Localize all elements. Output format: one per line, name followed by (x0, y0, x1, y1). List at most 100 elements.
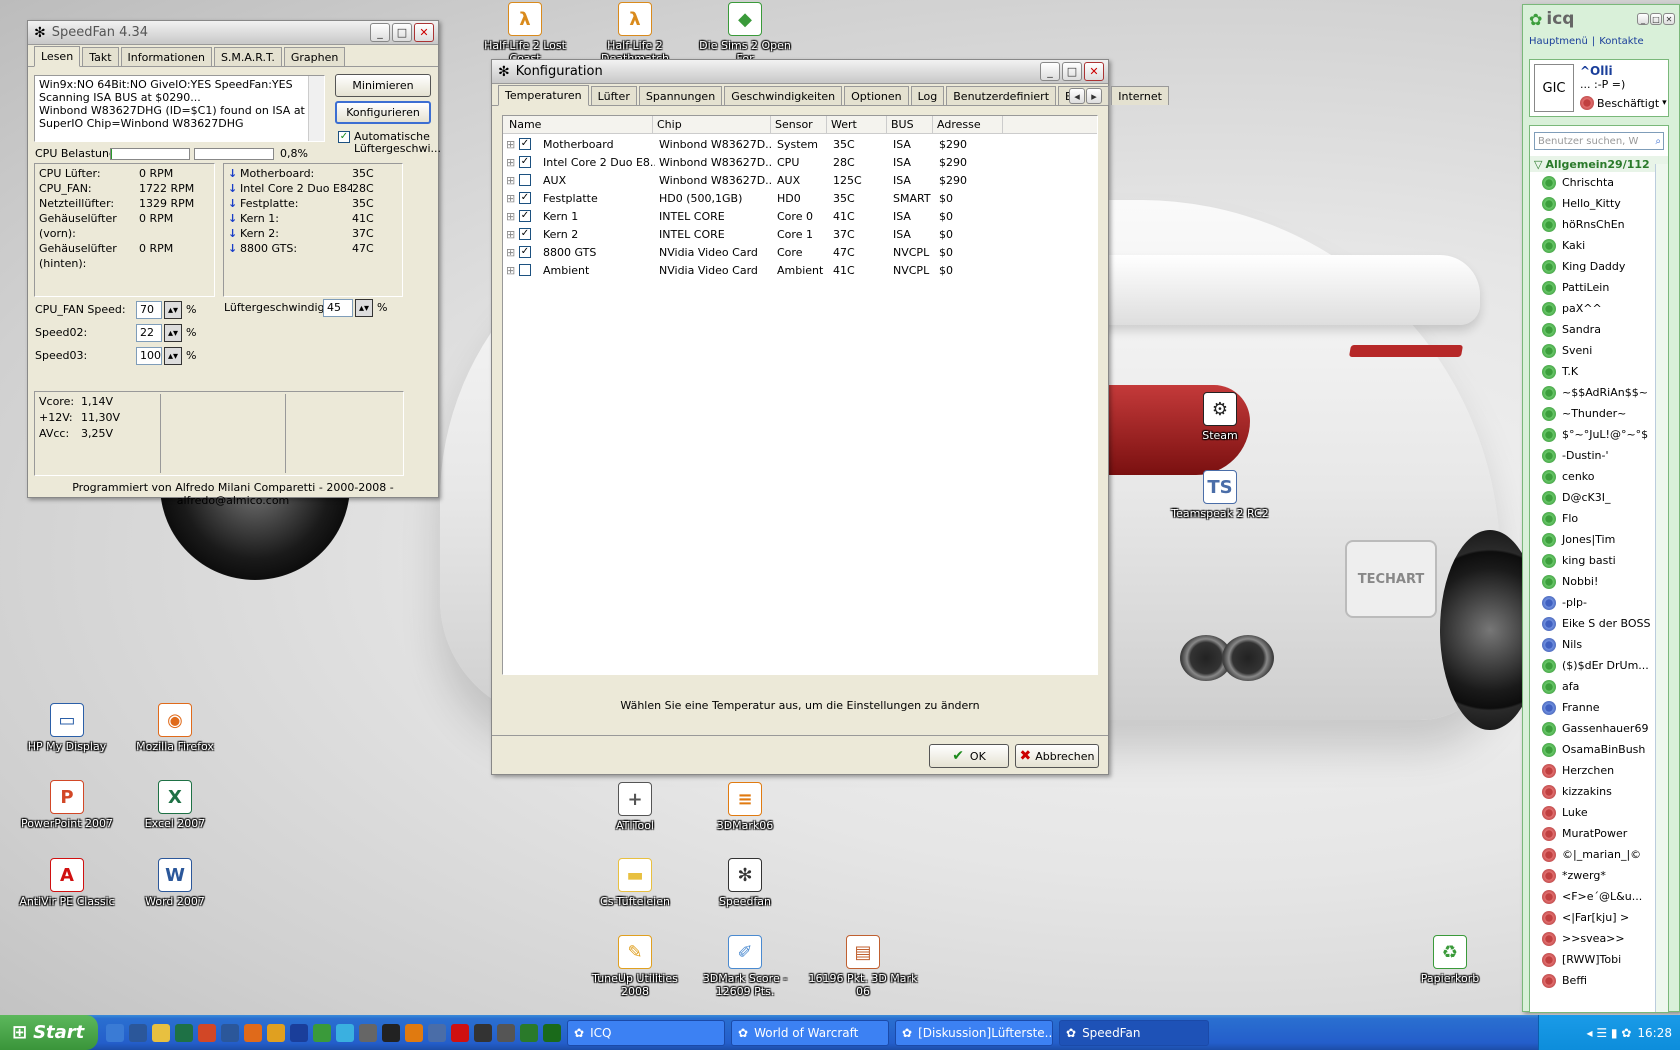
list-item[interactable]: Hello_Kitty (1530, 193, 1654, 214)
list-item[interactable]: D@cK3I_ (1530, 487, 1654, 508)
speedfan-titlebar[interactable]: ✻ SpeedFan 4.34 _ □ ✕ (28, 21, 438, 45)
minimize-button[interactable]: _ (370, 23, 390, 42)
list-item[interactable]: Franne (1530, 697, 1654, 718)
desktop-icon[interactable]: ▤ 16196 Pkt. 3D Mark 06 (808, 935, 918, 998)
list-item[interactable]: king basti (1530, 550, 1654, 571)
icq-menu-link[interactable]: Hauptmenü (1529, 36, 1588, 47)
list-item[interactable]: Jones|Tim (1530, 529, 1654, 550)
list-item[interactable]: Luke (1530, 802, 1654, 823)
column-header[interactable]: Sensor (771, 116, 827, 133)
tab-geschwindigkeiten[interactable]: Geschwindigkeiten (724, 86, 843, 105)
expand-icon[interactable]: ⊞ (503, 192, 519, 205)
taskbar-button[interactable]: ✿ [Diskussion]Lüfterste... (895, 1019, 1053, 1046)
column-header[interactable]: BUS (887, 116, 933, 133)
taskbar-button[interactable]: ✿ SpeedFan (1059, 1019, 1209, 1046)
expand-icon[interactable]: ⊞ (503, 174, 519, 187)
contact-group-header[interactable]: ▽ Allgemein29/112 (1530, 156, 1668, 172)
quicklaunch-icon[interactable] (175, 1023, 193, 1042)
tray-icons[interactable]: ◂ ☰ ▮ ✿ (1587, 1026, 1632, 1040)
row-checkbox[interactable] (519, 264, 531, 276)
list-item[interactable]: <F>e´@L&u... (1530, 886, 1654, 907)
quicklaunch-icon[interactable] (290, 1023, 308, 1042)
tab-graphen[interactable]: Graphen (283, 47, 346, 66)
desktop-icon[interactable]: λHalf-Life 2 Deathmatch (580, 2, 690, 65)
ok-button[interactable]: ✔ OK (929, 744, 1009, 768)
table-row[interactable]: ⊞ ✓ Motherboard Winbond W83627D... System 35C… (503, 135, 1097, 153)
expand-icon[interactable]: ⊞ (503, 228, 519, 241)
column-header[interactable]: Name (503, 116, 653, 133)
table-row[interactable]: ⊞ ✓ 8800 GTS NVidia Video Card Core 47C NVCPL $… (503, 243, 1097, 261)
configure-button[interactable]: Konfigurieren (335, 101, 431, 124)
list-item[interactable]: ©|_marian_|© (1530, 844, 1654, 865)
desktop-icon[interactable]: ≡ 3DMark06 (690, 782, 800, 832)
list-item[interactable]: T.K (1530, 361, 1654, 382)
quicklaunch-icon[interactable] (267, 1023, 285, 1042)
desktop-icon[interactable]: P PowerPoint 2007 (12, 780, 122, 830)
list-item[interactable]: Nils (1530, 634, 1654, 655)
list-item[interactable]: ($)$dEr DrUm... (1530, 655, 1654, 676)
speed-spinner[interactable]: ▴▾ (164, 347, 182, 365)
quicklaunch-icon[interactable] (497, 1023, 515, 1042)
quicklaunch-icon[interactable] (313, 1023, 331, 1042)
desktop-icon[interactable]: ✐ 3DMark Score - 12609 Pts. (690, 935, 800, 998)
tab-informationen[interactable]: Informationen (120, 47, 212, 66)
quicklaunch-icon[interactable] (428, 1023, 446, 1042)
table-row[interactable]: ⊞ AUX Winbond W83627D... AUX 125C ISA $290 (503, 171, 1097, 189)
auto-fan-checkbox[interactable]: ✓ Automatische Lüftergeschwi... (338, 131, 441, 155)
icq-titlebar[interactable]: ✿ icq _ □ ✕ (1523, 5, 1679, 33)
quicklaunch-icon[interactable] (382, 1023, 400, 1042)
icq-status-dropdown[interactable]: Beschäftigt ▾ (1580, 96, 1667, 110)
close-button[interactable]: ✕ (414, 23, 434, 42)
speedfan-log[interactable]: Win9x:NO 64Bit:NO GiveIO:YES SpeedFan:YE… (34, 75, 325, 142)
close-button[interactable]: ✕ (1084, 62, 1104, 81)
taskbar-button[interactable]: ✿ ICQ (567, 1019, 725, 1046)
tab-lfter[interactable]: Lüfter (590, 86, 637, 105)
list-item[interactable]: paX^^ (1530, 298, 1654, 319)
desktop-icon[interactable]: λHalf-Life 2 Lost Coast (470, 2, 580, 65)
desktop-icon[interactable]: A AntiVir PE Classic (12, 858, 122, 908)
desktop-icon[interactable]: ▭ HP My Display (12, 703, 122, 753)
expand-icon[interactable]: ⊞ (503, 156, 519, 169)
speed-input[interactable]: 22 (136, 324, 162, 342)
quicklaunch-icon[interactable] (336, 1023, 354, 1042)
list-item[interactable]: Beffi (1530, 970, 1654, 991)
tab-scroll-left-icon[interactable]: ◂ (1069, 88, 1085, 104)
list-item[interactable]: [RWW]Tobi (1530, 949, 1654, 970)
desktop-icon[interactable]: + ATITool (580, 782, 690, 832)
maximize-button[interactable]: □ (1650, 13, 1662, 25)
list-item[interactable]: ~Thunder~ (1530, 403, 1654, 424)
contact-scrollbar[interactable] (1655, 164, 1668, 1012)
expand-icon[interactable]: ⊞ (503, 246, 519, 259)
list-item[interactable]: King Daddy (1530, 256, 1654, 277)
tab-benutzerdefiniert[interactable]: Benutzerdefiniert (946, 86, 1057, 105)
list-item[interactable]: Flo (1530, 508, 1654, 529)
cancel-button[interactable]: ✖ Abbrechen (1015, 744, 1099, 768)
minimize-button[interactable]: _ (1637, 13, 1649, 25)
desktop-icon[interactable]: TS Teamspeak 2 RC2 (1165, 470, 1275, 520)
icq-contacts-link[interactable]: Kontakte (1599, 36, 1643, 47)
list-item[interactable]: Nobbi! (1530, 571, 1654, 592)
maximize-button[interactable]: □ (1062, 62, 1082, 81)
quicklaunch-icon[interactable] (106, 1023, 124, 1042)
expand-icon[interactable]: ⊞ (503, 264, 519, 277)
list-item[interactable]: PattiLein (1530, 277, 1654, 298)
row-checkbox[interactable]: ✓ (519, 210, 531, 222)
list-item[interactable]: -Dustin-' (1530, 445, 1654, 466)
quicklaunch-icon[interactable] (474, 1023, 492, 1042)
fan-speed-input[interactable]: 45 (323, 299, 353, 317)
list-item[interactable]: $°~°JuL!@°~°$ (1530, 424, 1654, 445)
close-button[interactable]: ✕ (1663, 13, 1675, 25)
row-checkbox[interactable]: ✓ (519, 192, 531, 204)
row-checkbox[interactable]: ✓ (519, 228, 531, 240)
list-item[interactable]: MuratPower (1530, 823, 1654, 844)
taskbar-button[interactable]: ✿ World of Warcraft (731, 1019, 889, 1046)
column-header[interactable]: Adresse (933, 116, 1003, 133)
quicklaunch-icon[interactable] (451, 1023, 469, 1042)
desktop-icon[interactable]: ◆Die Sims 2 Open For (690, 2, 800, 65)
tab-takt[interactable]: Takt (82, 47, 119, 66)
table-row[interactable]: ⊞ ✓ Kern 1 INTEL CORE Core 0 41C ISA $0 (503, 207, 1097, 225)
quicklaunch-icon[interactable] (405, 1023, 423, 1042)
start-button[interactable]: ⊞ Start (0, 1015, 98, 1050)
quicklaunch-icon[interactable] (520, 1023, 538, 1042)
tab-optionen[interactable]: Optionen (844, 86, 909, 105)
